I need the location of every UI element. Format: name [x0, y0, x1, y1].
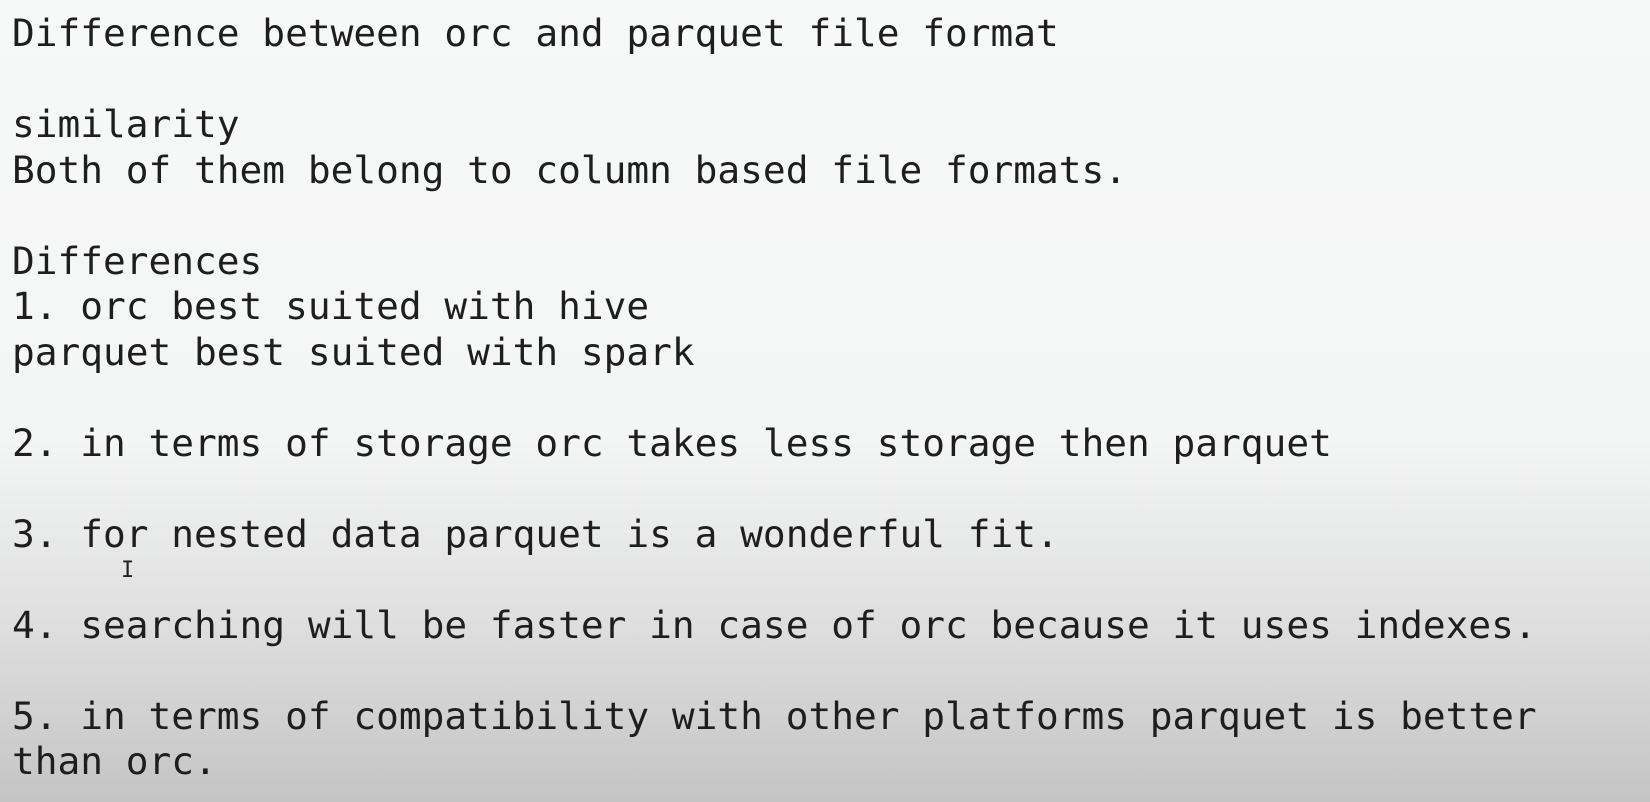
text-line: parquet best suited with spark	[12, 329, 695, 374]
text-line: 1. orc best suited with hive	[12, 284, 650, 328]
text-line: Difference between orc and parquet file …	[12, 11, 1059, 55]
text-line: 3. for nested data parquet is a wonderfu…	[12, 511, 1059, 556]
text-editor[interactable]: Difference between orc and parquet file …	[12, 11, 1537, 785]
text-line: similarity	[12, 102, 240, 146]
text-line: than orc.	[12, 739, 217, 783]
text-line: 2. in terms of storage orc takes less st…	[12, 420, 1332, 465]
text-line: Both of them belong to column based file…	[12, 147, 1128, 192]
text-line: Differences	[12, 238, 263, 283]
text-line: 4. searching will be faster in case of o…	[12, 602, 1537, 647]
text-cursor-icon: I	[121, 558, 135, 583]
text-line: 5. in terms of compatibility with other …	[12, 693, 1537, 738]
